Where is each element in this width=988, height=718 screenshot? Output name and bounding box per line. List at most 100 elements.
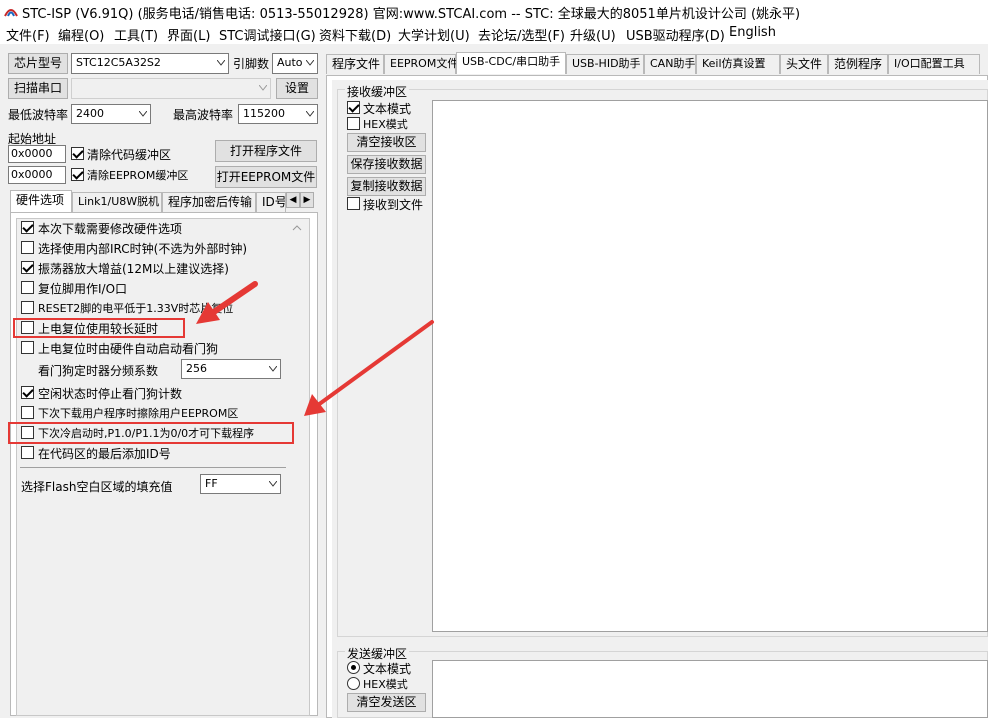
menu-download[interactable]: 资料下载(D)	[319, 25, 391, 44]
code-address-input[interactable]: 0x0000	[8, 145, 66, 163]
chip-model-button[interactable]: 芯片型号	[8, 53, 68, 74]
max-baud-label: 最高波特率	[173, 108, 234, 122]
menu-university[interactable]: 大学计划(U)	[398, 25, 470, 44]
chevron-down-icon	[217, 60, 225, 66]
tab-usb-hid[interactable]: USB-HID助手	[566, 54, 644, 74]
clear-send-button[interactable]: 清空发送区	[347, 693, 426, 712]
chevron-down-icon	[306, 60, 314, 66]
title-bar: STC-ISP (V6.91Q) (服务电话/销售电话: 0513-550129…	[0, 0, 988, 22]
tab-usb-cdc-serial[interactable]: USB-CDC/串口助手	[456, 52, 566, 74]
chip-model-value: STC12C5A32S2	[76, 56, 161, 69]
tab-encrypted-transfer[interactable]: 程序加密后传输	[162, 192, 256, 212]
menu-file[interactable]: 文件(F)	[6, 25, 50, 44]
clear-receive-button[interactable]: 清空接收区	[347, 133, 426, 152]
option-label: 下次下载用户程序时擦除用户EEPROM区	[38, 407, 239, 420]
min-baud-value: 2400	[76, 107, 104, 120]
option-checkbox[interactable]	[21, 241, 34, 254]
tab-header-file[interactable]: 头文件	[780, 54, 828, 74]
option-checkbox[interactable]	[21, 386, 34, 399]
clear-code-checkbox[interactable]	[71, 147, 84, 160]
tab-scroll-left-button[interactable]: ◀	[286, 192, 300, 208]
right-tab-strip: 程序文件 EEPROM文件 USB-CDC/串口助手 USB-HID助手 CAN…	[326, 52, 988, 76]
chevron-down-icon	[139, 111, 147, 117]
tab-can[interactable]: CAN助手	[644, 54, 696, 74]
copy-receive-button[interactable]: 复制接收数据	[347, 177, 426, 196]
option-checkbox[interactable]	[21, 301, 34, 314]
fill-value-value: FF	[205, 477, 218, 490]
max-baud-select[interactable]: 115200	[238, 104, 318, 124]
receive-group-title: 接收缓冲区	[345, 83, 410, 100]
menu-debug[interactable]: STC调试接口(G)	[219, 25, 316, 44]
min-baud-select[interactable]: 2400	[71, 104, 151, 124]
menu-english[interactable]: English	[729, 25, 776, 40]
option-label: 空闲状态时停止看门狗计数	[38, 387, 183, 401]
open-eeprom-file-button[interactable]: 打开EEPROM文件	[215, 166, 317, 188]
send-text-mode-label: 文本模式	[363, 662, 412, 676]
eeprom-address-input[interactable]: 0x0000	[8, 166, 66, 184]
left-tab-strip: 硬件选项 Link1/U8W脱机 程序加密后传输 ID号 ◀ ▶	[10, 190, 320, 214]
fill-value-select[interactable]: FF	[200, 474, 281, 494]
option-label: 选择使用内部IRC时钟(不选为外部时钟)	[38, 242, 248, 256]
tab-hardware-options[interactable]: 硬件选项	[10, 190, 72, 212]
menu-usb-driver[interactable]: USB驱动程序(D)	[626, 25, 725, 44]
option-checkbox[interactable]	[21, 281, 34, 294]
clear-code-label: 清除代码缓冲区	[87, 148, 172, 162]
menu-forum[interactable]: 去论坛/选型(F)	[478, 25, 565, 44]
menu-upgrade[interactable]: 升级(U)	[570, 25, 616, 44]
send-textarea[interactable]	[432, 660, 988, 718]
tab-scroll-right-button[interactable]: ▶	[300, 192, 314, 208]
receive-textarea[interactable]	[432, 100, 988, 632]
tab-keil-sim[interactable]: Keil仿真设置	[696, 54, 780, 74]
tab-link1-offline[interactable]: Link1/U8W脱机	[72, 192, 162, 212]
send-hex-mode-label: HEX模式	[363, 678, 408, 691]
receive-to-file-checkbox[interactable]	[347, 197, 360, 210]
menu-program[interactable]: 编程(O)	[58, 25, 104, 44]
chevron-down-icon	[269, 481, 277, 487]
fill-value-label: 选择Flash空白区域的填充值	[21, 480, 173, 494]
save-receive-button[interactable]: 保存接收数据	[347, 155, 426, 174]
wdt-prescaler-select[interactable]: 256	[181, 359, 281, 379]
scan-port-button[interactable]: 扫描串口	[8, 78, 68, 99]
settings-button[interactable]: 设置	[276, 78, 318, 99]
option-checkbox[interactable]	[21, 341, 34, 354]
pin-count-select[interactable]: Auto	[272, 53, 318, 74]
option-checkbox[interactable]	[21, 406, 34, 419]
option-label: 本次下载需要修改硬件选项	[38, 222, 183, 236]
send-hex-mode-radio[interactable]	[347, 677, 360, 690]
tab-id-number[interactable]: ID号	[256, 192, 286, 212]
option-label: 复位脚用作I/O口	[38, 282, 128, 296]
scroll-up-icon[interactable]	[292, 223, 302, 233]
app-logo-icon	[4, 9, 18, 17]
menu-tools[interactable]: 工具(T)	[114, 25, 158, 44]
pin-count-value: Auto	[277, 56, 303, 69]
menu-interface[interactable]: 界面(L)	[167, 25, 210, 44]
chevron-down-icon	[269, 366, 277, 372]
tab-examples[interactable]: 范例程序	[828, 54, 888, 74]
tab-eeprom-file[interactable]: EEPROM文件	[384, 54, 458, 74]
chevron-down-icon	[306, 111, 314, 117]
min-baud-label: 最低波特率	[8, 108, 69, 122]
clear-eeprom-checkbox[interactable]	[71, 168, 84, 181]
serial-port-select[interactable]	[71, 78, 271, 99]
option-checkbox[interactable]	[21, 261, 34, 274]
open-program-file-button[interactable]: 打开程序文件	[215, 140, 317, 162]
tab-io-config[interactable]: I/O口配置工具	[888, 54, 980, 74]
option-label: RESET2脚的电平低于1.33V时芯片复位	[38, 302, 234, 315]
recv-text-mode-label: 文本模式	[363, 102, 412, 116]
recv-text-mode-checkbox[interactable]	[347, 101, 360, 114]
recv-hex-mode-checkbox[interactable]	[347, 117, 360, 130]
highlight-box	[8, 422, 294, 444]
wdt-prescaler-value: 256	[186, 362, 207, 375]
menu-bar: 文件(F) 编程(O) 工具(T) 界面(L) STC调试接口(G) 资料下载(…	[0, 22, 988, 44]
chip-model-select[interactable]: STC12C5A32S2	[71, 53, 229, 74]
option-label: 上电复位时由硬件自动启动看门狗	[38, 342, 219, 356]
option-checkbox[interactable]	[21, 446, 34, 459]
pin-count-label: 引脚数	[233, 57, 270, 71]
tab-program-file[interactable]: 程序文件	[326, 54, 384, 74]
clear-eeprom-label: 清除EEPROM缓冲区	[87, 169, 189, 182]
receive-to-file-label: 接收到文件	[363, 198, 424, 212]
chevron-down-icon	[259, 85, 267, 91]
option-checkbox[interactable]	[21, 221, 34, 234]
send-text-mode-radio[interactable]	[347, 661, 360, 674]
recv-hex-mode-label: HEX模式	[363, 118, 408, 131]
